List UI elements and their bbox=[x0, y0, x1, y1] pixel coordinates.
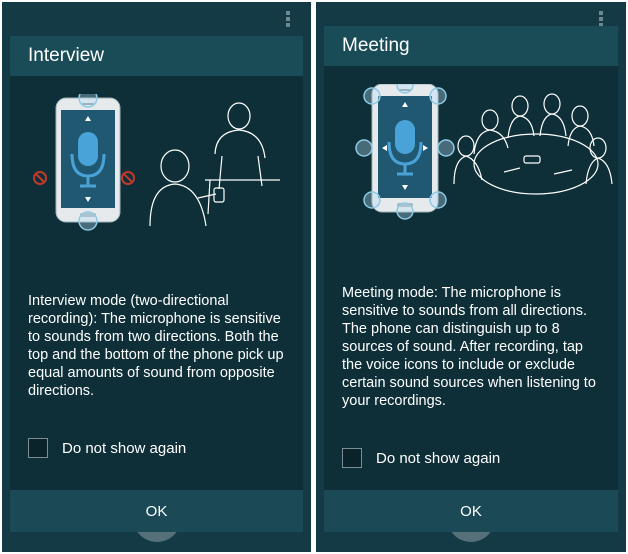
do-not-show-again-label[interactable]: Do not show again bbox=[376, 450, 500, 467]
dialog-title-bar: Meeting bbox=[324, 26, 618, 66]
ok-button[interactable]: OK bbox=[324, 490, 618, 532]
screenshot-stage: Interview Interview mode (two-directiona… bbox=[0, 0, 628, 554]
meeting-dialog: Meeting Meeting mode: The microphone is … bbox=[324, 26, 618, 532]
direction-indicator-8[interactable] bbox=[396, 202, 414, 220]
direction-indicator-5[interactable] bbox=[437, 139, 455, 157]
meeting-illustration bbox=[355, 84, 613, 220]
do-not-show-again-row[interactable]: Do not show again bbox=[342, 446, 500, 470]
ok-button[interactable]: OK bbox=[10, 490, 303, 532]
direction-indicator-4[interactable] bbox=[355, 139, 373, 157]
direction-indicator-3[interactable] bbox=[429, 87, 447, 105]
overflow-menu-icon[interactable] bbox=[285, 10, 291, 30]
interview-illustration bbox=[33, 94, 280, 231]
mode-description: Interview mode (two-directional recordin… bbox=[28, 293, 284, 399]
dialog-title: Interview bbox=[28, 45, 105, 66]
do-not-show-again-label[interactable]: Do not show again bbox=[62, 440, 186, 457]
blocked-icon bbox=[33, 171, 47, 185]
direction-indicator-bottom[interactable] bbox=[78, 211, 98, 231]
dialog-title-bar: Interview bbox=[10, 36, 303, 76]
mode-description: Meeting mode: The microphone is sensitiv… bbox=[342, 285, 596, 409]
do-not-show-again-checkbox[interactable] bbox=[28, 438, 48, 458]
direction-indicator-6[interactable] bbox=[363, 191, 381, 209]
interview-dialog: Interview Interview mode (two-directiona… bbox=[10, 36, 303, 532]
dialog-title: Meeting bbox=[342, 35, 410, 56]
interview-people-illustration bbox=[149, 102, 280, 227]
do-not-show-again-checkbox[interactable] bbox=[342, 448, 362, 468]
direction-indicator-1[interactable] bbox=[396, 84, 414, 94]
direction-indicator-top[interactable] bbox=[78, 94, 98, 108]
interview-screen: Interview Interview mode (two-directiona… bbox=[2, 2, 311, 552]
blocked-icon bbox=[121, 171, 135, 185]
direction-indicator-7[interactable] bbox=[429, 191, 447, 209]
meeting-screen: Meeting Meeting mode: The microphone is … bbox=[316, 2, 626, 552]
direction-indicator-2[interactable] bbox=[363, 87, 381, 105]
do-not-show-again-row[interactable]: Do not show again bbox=[28, 436, 186, 460]
meeting-people-illustration bbox=[453, 93, 613, 195]
